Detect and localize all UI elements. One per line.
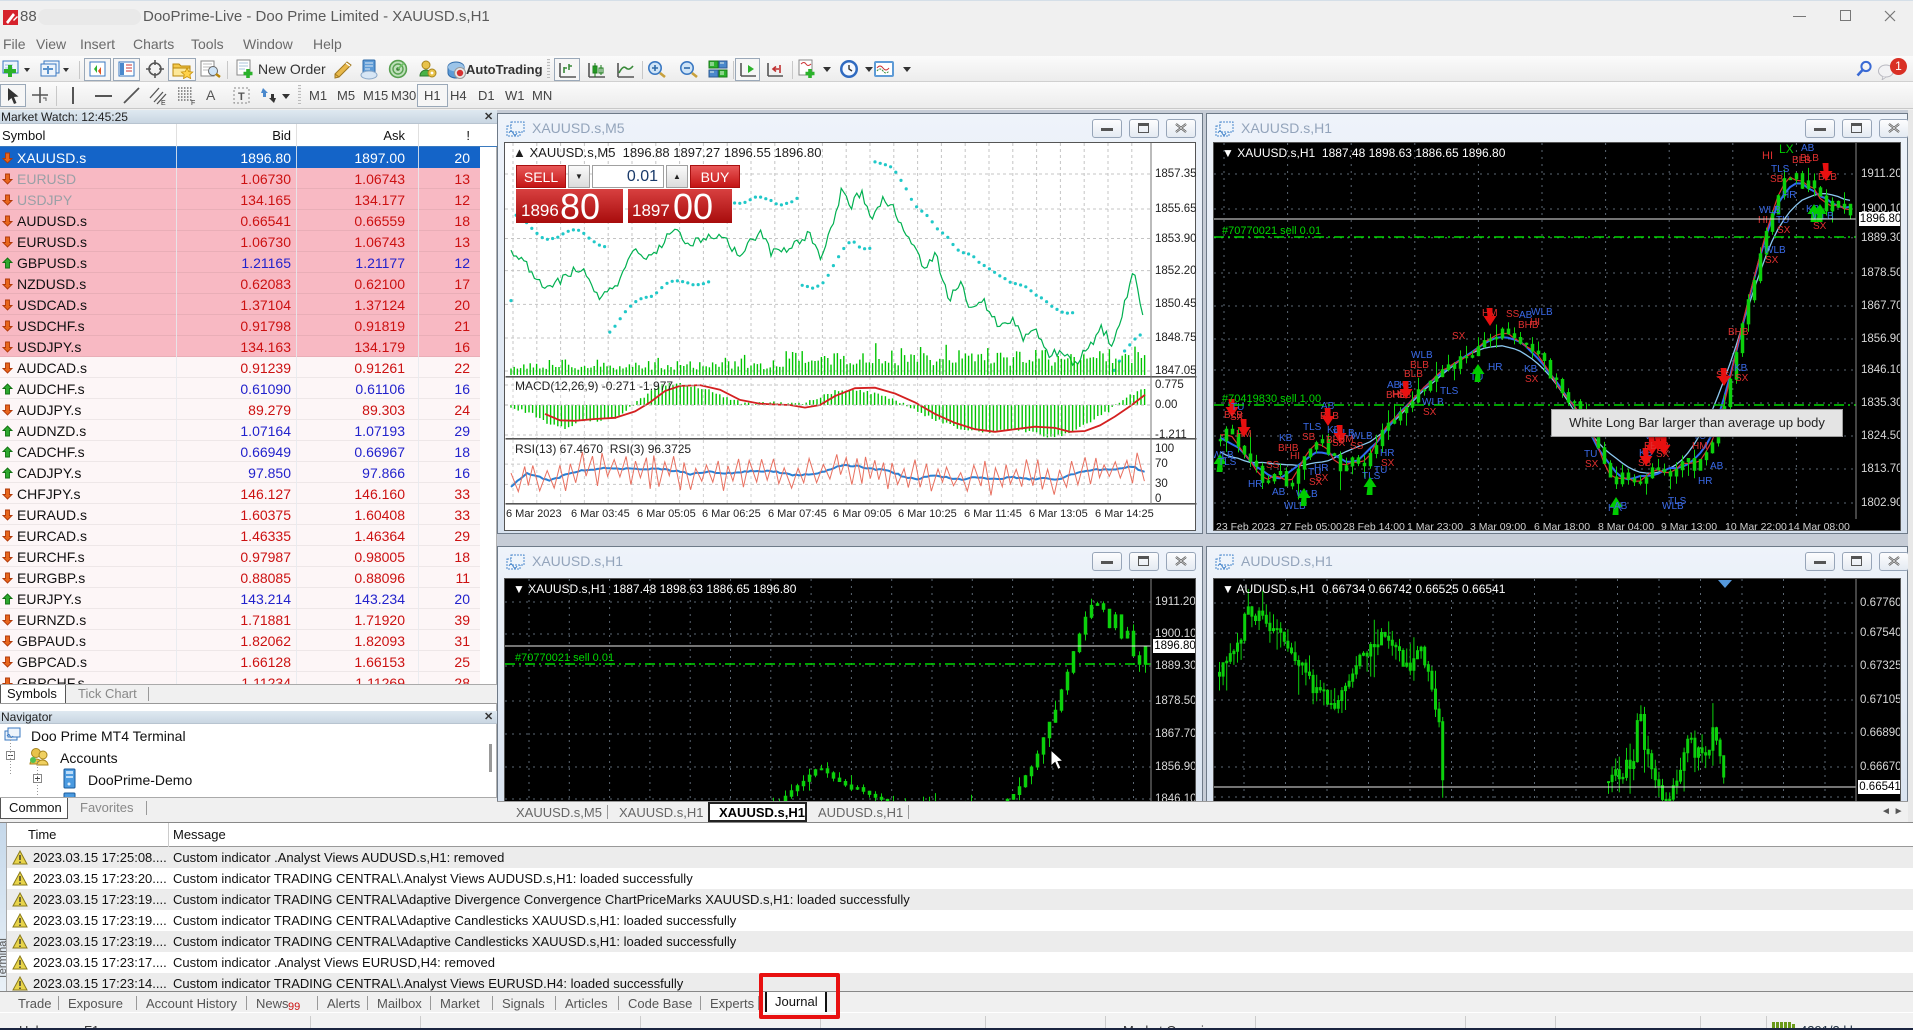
svg-text:WLB: WLB [1351, 431, 1373, 442]
svg-text:AB: AB [1614, 501, 1628, 512]
svg-text:TLS: TLS [1218, 457, 1237, 468]
svg-text:WLB: WLB [1411, 350, 1433, 361]
svg-text:SS: SS [1266, 460, 1280, 471]
svg-text:SX: SX [1315, 473, 1329, 484]
svg-text:AB: AB [1710, 461, 1724, 472]
svg-text:HR: HR [1248, 479, 1262, 490]
svg-text:E: E [161, 100, 166, 106]
svg-text:HR: HR [1698, 476, 1712, 487]
svg-text:HI: HI [1758, 215, 1768, 226]
svg-text:SX: SX [1381, 458, 1395, 469]
svg-text:SB: SB [1302, 432, 1316, 443]
svg-text:BLB: BLB [1792, 155, 1811, 166]
svg-text:HM: HM [1692, 441, 1708, 452]
svg-text:HR: HR [1488, 362, 1502, 373]
svg-text:BLB: BLB [1410, 360, 1429, 371]
svg-text:SB: SB [1770, 174, 1784, 185]
svg-text:SX: SX [1452, 331, 1466, 342]
svg-text:SX: SX [1735, 373, 1749, 384]
svg-text:TLS: TLS [1303, 422, 1322, 433]
svg-text:SX: SX [1525, 374, 1539, 385]
svg-text:SX: SX [1585, 459, 1599, 470]
svg-text:WLB: WLB [1531, 307, 1553, 318]
svg-text:SX: SX [1813, 221, 1827, 232]
svg-text:SX: SX [1765, 255, 1779, 266]
svg-text:HI: HI [1290, 451, 1300, 462]
svg-text:AB: AB [1801, 143, 1815, 154]
svg-text:BHB: BHB [1728, 327, 1749, 338]
svg-text:TLS: TLS [1771, 164, 1790, 175]
svg-text:AB: AB [1272, 487, 1286, 498]
svg-text:HR: HR [1782, 190, 1796, 201]
svg-text:SS: SS [1350, 441, 1364, 452]
svg-text:SS: SS [1506, 309, 1520, 320]
svg-text:F: F [191, 100, 195, 106]
svg-text:HI: HI [1530, 317, 1540, 328]
svg-text:T: T [238, 91, 245, 103]
svg-text:HI: HI [1762, 150, 1773, 162]
svg-text:KB: KB [1279, 433, 1293, 444]
svg-text:TLS: TLS [1440, 386, 1459, 397]
svg-text:SX: SX [1777, 225, 1791, 236]
svg-text:SX: SX [1423, 407, 1437, 418]
svg-text:TLS: TLS [1668, 496, 1687, 507]
